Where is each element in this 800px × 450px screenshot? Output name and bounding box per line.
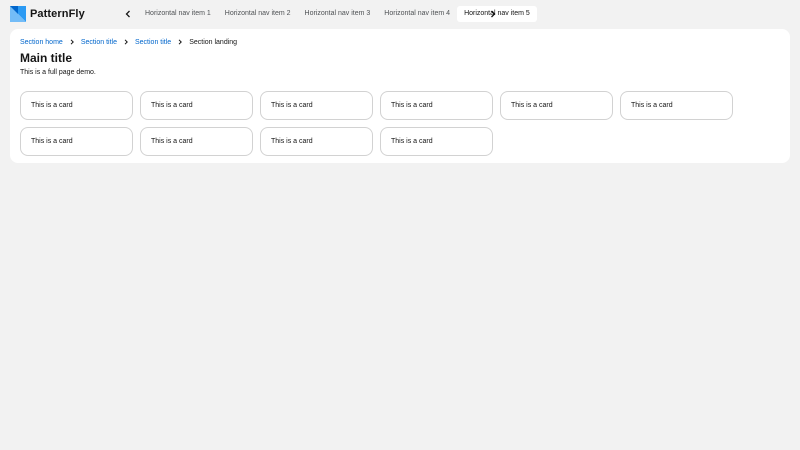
breadcrumb-separator — [171, 39, 189, 45]
card[interactable]: This is a card — [140, 127, 253, 156]
card[interactable]: This is a card — [140, 91, 253, 120]
chevron-right-icon — [124, 39, 128, 45]
breadcrumb-separator — [117, 39, 135, 45]
breadcrumb-link-section-title-2[interactable]: Section title — [135, 39, 171, 46]
breadcrumb-link-section-title-1[interactable]: Section title — [81, 39, 117, 46]
card[interactable]: This is a card — [20, 91, 133, 120]
brand[interactable]: PatternFly — [10, 6, 85, 22]
nav-item-1[interactable]: Horizontal nav item 1 — [138, 6, 218, 22]
patternfly-logo-icon — [10, 6, 26, 22]
page-title: Main title — [20, 51, 73, 65]
nav-scroll-left-button[interactable] — [121, 6, 135, 22]
breadcrumb-current: Section landing — [189, 38, 238, 46]
page-section: Section home Section title Section title… — [10, 29, 790, 163]
card[interactable]: This is a card — [380, 127, 493, 156]
masthead: PatternFly Horizontal nav item 1 Horizon… — [0, 0, 800, 29]
card[interactable]: This is a card — [260, 91, 373, 120]
horizontal-nav: Horizontal nav item 1 Horizontal nav ite… — [138, 6, 537, 22]
nav-item-3[interactable]: Horizontal nav item 3 — [298, 6, 378, 22]
card[interactable]: This is a card — [380, 91, 493, 120]
nav-item-4[interactable]: Horizontal nav item 4 — [377, 6, 457, 22]
nav-scroll-right-button[interactable] — [486, 6, 500, 22]
card[interactable]: This is a card — [620, 91, 733, 120]
page-description: This is a full page demo. — [20, 69, 96, 76]
chevron-right-icon — [70, 39, 74, 45]
card[interactable]: This is a card — [500, 91, 613, 120]
breadcrumb-separator — [63, 39, 81, 45]
brand-name: PatternFly — [30, 8, 85, 20]
breadcrumb: Section home Section title Section title… — [20, 37, 237, 47]
chevron-right-icon — [178, 39, 183, 45]
card[interactable]: This is a card — [260, 127, 373, 156]
nav-item-2[interactable]: Horizontal nav item 2 — [218, 6, 298, 22]
card-gallery: This is a card This is a card This is a … — [20, 91, 740, 156]
card[interactable]: This is a card — [20, 127, 133, 156]
chevron-right-icon — [491, 10, 496, 18]
breadcrumb-link-section-home[interactable]: Section home — [20, 39, 63, 46]
chevron-left-icon — [125, 10, 130, 18]
